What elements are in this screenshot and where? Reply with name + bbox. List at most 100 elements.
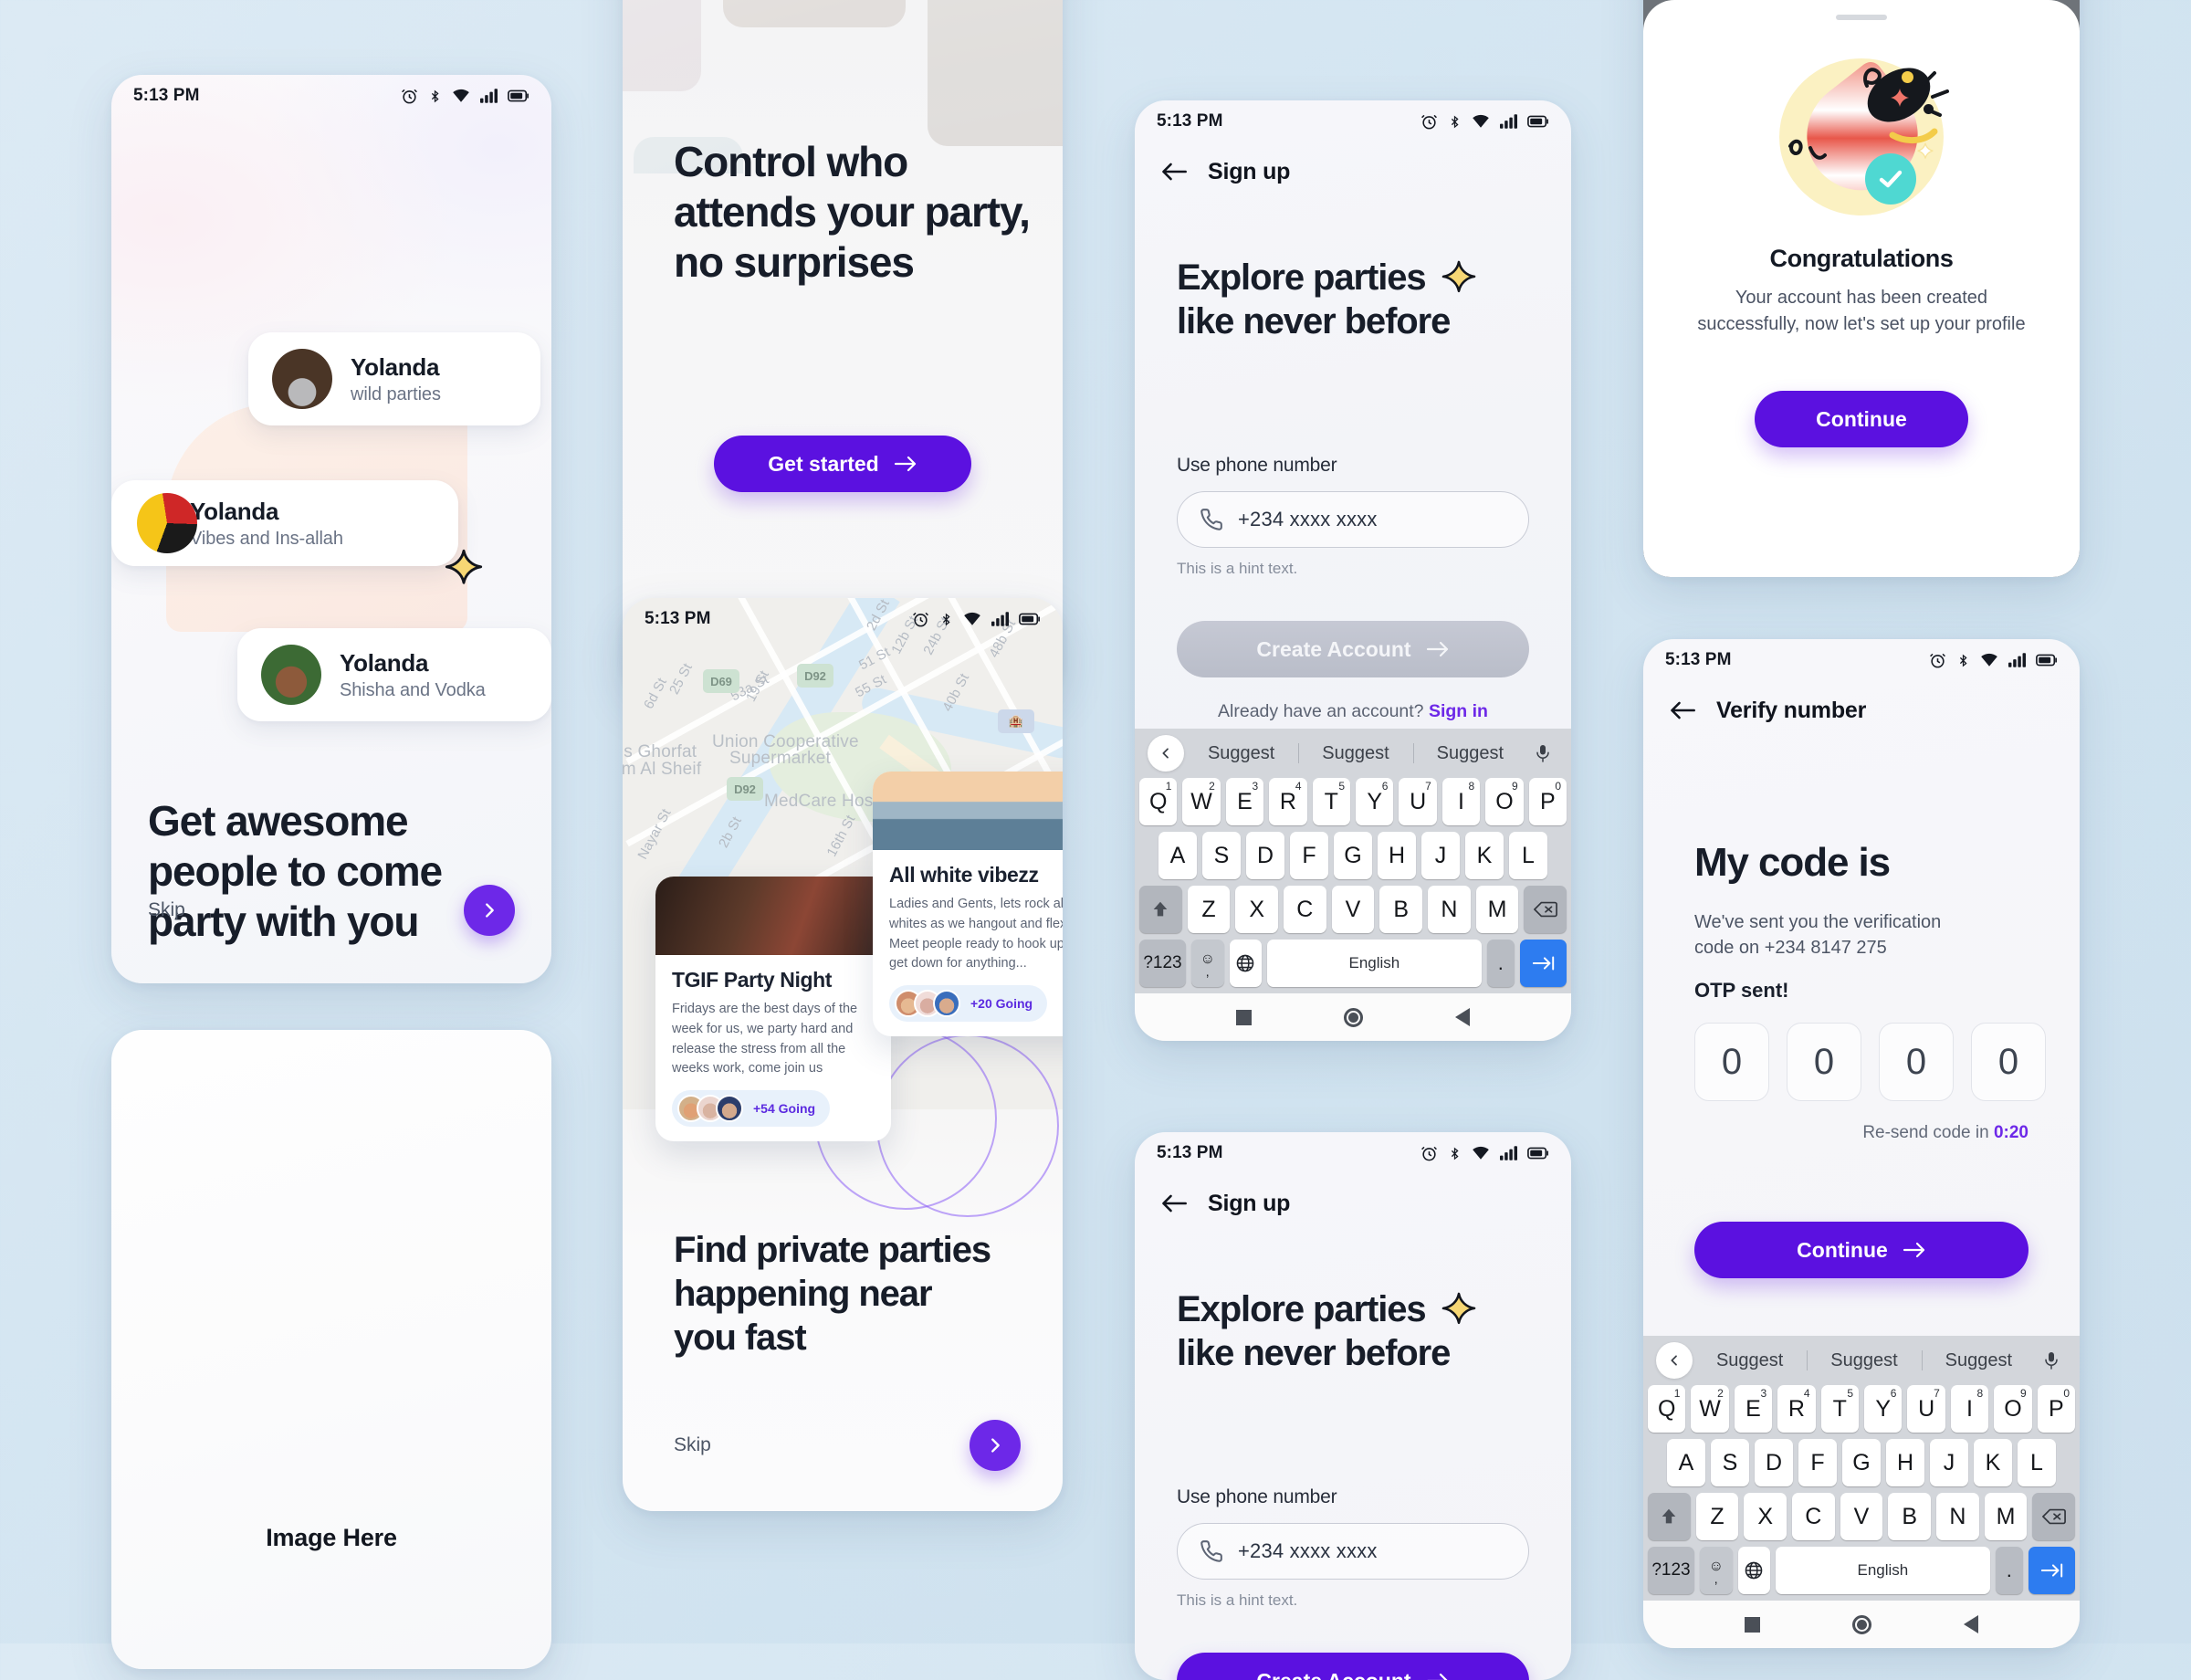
key-q[interactable]: Q1	[1139, 778, 1177, 825]
key-l[interactable]: L	[2018, 1439, 2056, 1486]
key-r[interactable]: R4	[1269, 778, 1306, 825]
globe-icon[interactable]	[1230, 940, 1263, 987]
map-pin[interactable]: D69	[703, 669, 739, 693]
key-c[interactable]: C	[1284, 886, 1326, 933]
shift-up-icon[interactable]	[1648, 1493, 1691, 1540]
key-a[interactable]: A	[1158, 832, 1197, 879]
key-t[interactable]: T5	[1313, 778, 1350, 825]
otp-input-group[interactable]: 0 0 0 0	[1694, 1023, 2046, 1101]
key-e[interactable]: E3	[1226, 778, 1263, 825]
key-s[interactable]: S	[1711, 1439, 1749, 1486]
user-card[interactable]: Yolanda wild parties	[248, 332, 540, 425]
otp-digit[interactable]: 0	[1787, 1023, 1861, 1101]
continue-button[interactable]: Continue	[1755, 391, 1968, 447]
backspace-icon[interactable]	[1524, 886, 1567, 933]
key-d[interactable]: D	[1755, 1439, 1793, 1486]
key-v[interactable]: V	[1840, 1493, 1883, 1540]
key-x[interactable]: X	[1744, 1493, 1787, 1540]
key-d[interactable]: D	[1246, 832, 1284, 879]
keyboard-collapse-button[interactable]	[1656, 1342, 1693, 1379]
key-k[interactable]: K	[1465, 832, 1504, 879]
key-t[interactable]: T5	[1821, 1385, 1859, 1433]
phone-input[interactable]: +234 xxxx xxxx	[1177, 1523, 1529, 1580]
key-r[interactable]: R4	[1777, 1385, 1815, 1433]
create-account-button[interactable]: Create Account	[1177, 621, 1529, 677]
create-account-button[interactable]: Create Account	[1177, 1653, 1529, 1680]
period-key[interactable]: .	[1996, 1547, 2024, 1594]
key-b[interactable]: B	[1888, 1493, 1931, 1540]
map-pin[interactable]: D92	[797, 664, 833, 688]
key-u[interactable]: U7	[1907, 1385, 1945, 1433]
get-started-button[interactable]: Get started	[714, 436, 971, 492]
space-key[interactable]: English	[1776, 1547, 1989, 1594]
globe-icon[interactable]	[1738, 1547, 1771, 1594]
key-z[interactable]: Z	[1188, 886, 1231, 933]
symbols-key[interactable]: ?123	[1648, 1547, 1694, 1594]
party-card[interactable]: All white vibezz Ladies and Gents, lets …	[873, 772, 1063, 1036]
space-key[interactable]: English	[1267, 940, 1481, 987]
key-o[interactable]: O9	[1994, 1385, 2031, 1433]
key-q[interactable]: Q1	[1648, 1385, 1685, 1433]
sheet-handle[interactable]	[1836, 15, 1887, 20]
key-j[interactable]: J	[1930, 1439, 1968, 1486]
key-w[interactable]: W2	[1691, 1385, 1728, 1433]
key-y[interactable]: Y6	[1864, 1385, 1902, 1433]
suggestion-item[interactable]: Suggest	[1807, 1350, 1921, 1371]
key-e[interactable]: E3	[1735, 1385, 1772, 1433]
keyboard[interactable]: Suggest Suggest Suggest Q1 W2 E3 R4 T5 Y…	[1135, 729, 1571, 1041]
key-b[interactable]: B	[1379, 886, 1422, 933]
key-n[interactable]: N	[1428, 886, 1471, 933]
suggestion-item[interactable]: Suggest	[1693, 1350, 1807, 1371]
key-j[interactable]: J	[1421, 832, 1460, 879]
enter-arrow-icon[interactable]	[2029, 1547, 2075, 1594]
back-triangle-icon[interactable]	[1964, 1615, 1978, 1633]
key-g[interactable]: G	[1334, 832, 1372, 879]
key-p[interactable]: P0	[1529, 778, 1567, 825]
period-key[interactable]: .	[1487, 940, 1515, 987]
key-w[interactable]: W2	[1182, 778, 1220, 825]
phone-input[interactable]: +234 xxxx xxxx	[1177, 491, 1529, 548]
home-circle-icon[interactable]	[1852, 1615, 1871, 1634]
continue-button[interactable]: Continue	[1694, 1222, 2029, 1278]
microphone-icon[interactable]	[1527, 742, 1558, 764]
key-f[interactable]: F	[1290, 832, 1328, 879]
key-k[interactable]: K	[1974, 1439, 2012, 1486]
microphone-icon[interactable]	[2036, 1349, 2067, 1371]
home-circle-icon[interactable]	[1344, 1008, 1363, 1027]
recents-square-icon[interactable]	[1236, 1010, 1252, 1025]
user-card[interactable]: Yolanda Vibes and Ins-allah	[111, 480, 458, 566]
shift-up-icon[interactable]	[1139, 886, 1182, 933]
next-button[interactable]	[464, 885, 515, 936]
key-h[interactable]: H	[1378, 832, 1416, 879]
key-i[interactable]: I8	[1951, 1385, 1988, 1433]
key-l[interactable]: L	[1509, 832, 1547, 879]
back-triangle-icon[interactable]	[1455, 1008, 1470, 1026]
arrow-left-icon[interactable]	[1160, 158, 1188, 185]
key-f[interactable]: F	[1798, 1439, 1837, 1486]
key-h[interactable]: H	[1886, 1439, 1924, 1486]
map-pin[interactable]: D92	[727, 777, 763, 801]
key-g[interactable]: G	[1842, 1439, 1881, 1486]
otp-digit[interactable]: 0	[1694, 1023, 1769, 1101]
next-button[interactable]	[970, 1420, 1021, 1471]
suggestion-item[interactable]: Suggest	[1922, 1350, 2036, 1371]
emoji-icon[interactable]: ☺,	[1700, 1547, 1733, 1594]
party-card[interactable]: TGIF Party Night Fridays are the best da…	[655, 877, 891, 1141]
otp-digit[interactable]: 0	[1879, 1023, 1954, 1101]
signin-link[interactable]: Sign in	[1429, 701, 1488, 721]
key-o[interactable]: O9	[1485, 778, 1523, 825]
suggestion-item[interactable]: Suggest	[1298, 743, 1412, 764]
key-a[interactable]: A	[1667, 1439, 1705, 1486]
skip-button[interactable]: Skip	[674, 1434, 711, 1456]
key-z[interactable]: Z	[1696, 1493, 1739, 1540]
otp-digit[interactable]: 0	[1971, 1023, 2046, 1101]
keyboard-collapse-button[interactable]	[1148, 735, 1184, 772]
arrow-left-icon[interactable]	[1160, 1190, 1188, 1217]
key-i[interactable]: I8	[1442, 778, 1480, 825]
key-s[interactable]: S	[1202, 832, 1241, 879]
key-m[interactable]: M	[1476, 886, 1519, 933]
key-m[interactable]: M	[1985, 1493, 2028, 1540]
user-card[interactable]: Yolanda Shisha and Vodka	[237, 628, 551, 721]
suggestion-item[interactable]: Suggest	[1413, 743, 1527, 764]
key-v[interactable]: V	[1332, 886, 1375, 933]
